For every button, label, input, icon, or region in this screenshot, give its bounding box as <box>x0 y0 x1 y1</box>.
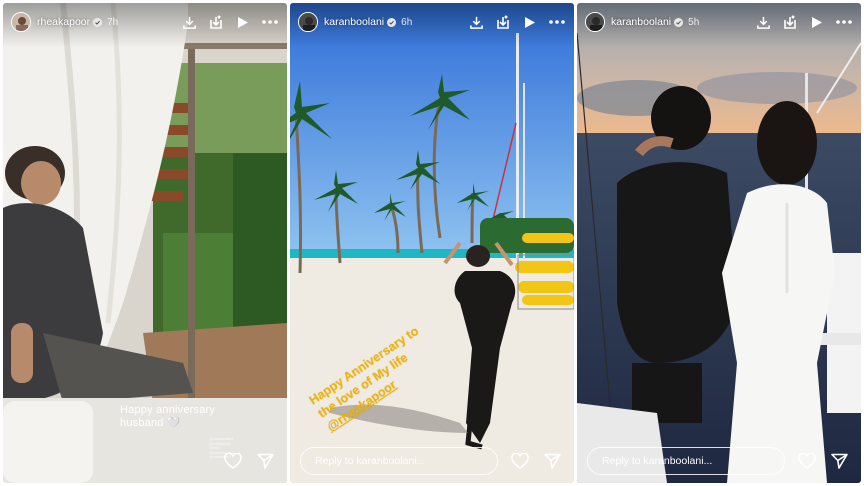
timestamp: 6h <box>401 16 413 28</box>
send-icon[interactable] <box>542 451 562 471</box>
story-3-photo <box>577 3 861 483</box>
download-icon[interactable] <box>180 13 198 31</box>
more-options-icon[interactable] <box>261 13 279 31</box>
download-icon[interactable] <box>467 13 485 31</box>
reply-input[interactable]: Reply to karanboolani... <box>587 447 785 475</box>
story-rheakapoor[interactable]: rheakapoor 7h Happy anniversary husband … <box>3 3 287 483</box>
avatar[interactable] <box>11 12 31 32</box>
avatar[interactable] <box>298 12 318 32</box>
story-karanboolani-sunset[interactable]: karanboolani 5h Reply to karanboolani... <box>577 3 861 483</box>
more-options-icon[interactable] <box>835 13 853 31</box>
heart-icon[interactable] <box>510 451 530 471</box>
more-options-icon[interactable] <box>548 13 566 31</box>
play-icon[interactable] <box>521 13 539 31</box>
send-icon[interactable] <box>829 451 849 471</box>
verified-badge-icon <box>93 17 103 27</box>
story-footer <box>13 447 277 475</box>
avatar[interactable] <box>585 12 605 32</box>
add-to-story-icon[interactable] <box>781 13 799 31</box>
username[interactable]: karanboolani <box>611 16 671 28</box>
reply-input[interactable]: Reply to karanboolani... <box>300 447 498 475</box>
add-to-story-icon[interactable] <box>207 13 225 31</box>
play-icon[interactable] <box>234 13 252 31</box>
download-icon[interactable] <box>754 13 772 31</box>
heart-icon[interactable] <box>223 451 243 471</box>
username[interactable]: karanboolani <box>324 16 384 28</box>
timestamp: 5h <box>688 16 700 28</box>
story-footer: Reply to karanboolani... <box>587 447 851 475</box>
heart-icon[interactable] <box>797 451 817 471</box>
verified-badge-icon <box>387 17 397 27</box>
add-to-story-icon[interactable] <box>494 13 512 31</box>
story-karanboolani-beach[interactable]: karanboolani 6h Happy Anniversary to the… <box>290 3 574 483</box>
username[interactable]: rheakapoor <box>37 16 90 28</box>
story-header: karanboolani 6h <box>298 9 566 35</box>
verified-badge-icon <box>674 17 684 27</box>
story-footer: Reply to karanboolani... <box>300 447 564 475</box>
story-header: rheakapoor 7h <box>11 9 279 35</box>
play-icon[interactable] <box>808 13 826 31</box>
story-header: karanboolani 5h <box>585 9 853 35</box>
story-caption: Happy anniversary husband 🤍 <box>120 404 216 429</box>
send-icon[interactable] <box>255 451 275 471</box>
timestamp: 7h <box>107 16 119 28</box>
